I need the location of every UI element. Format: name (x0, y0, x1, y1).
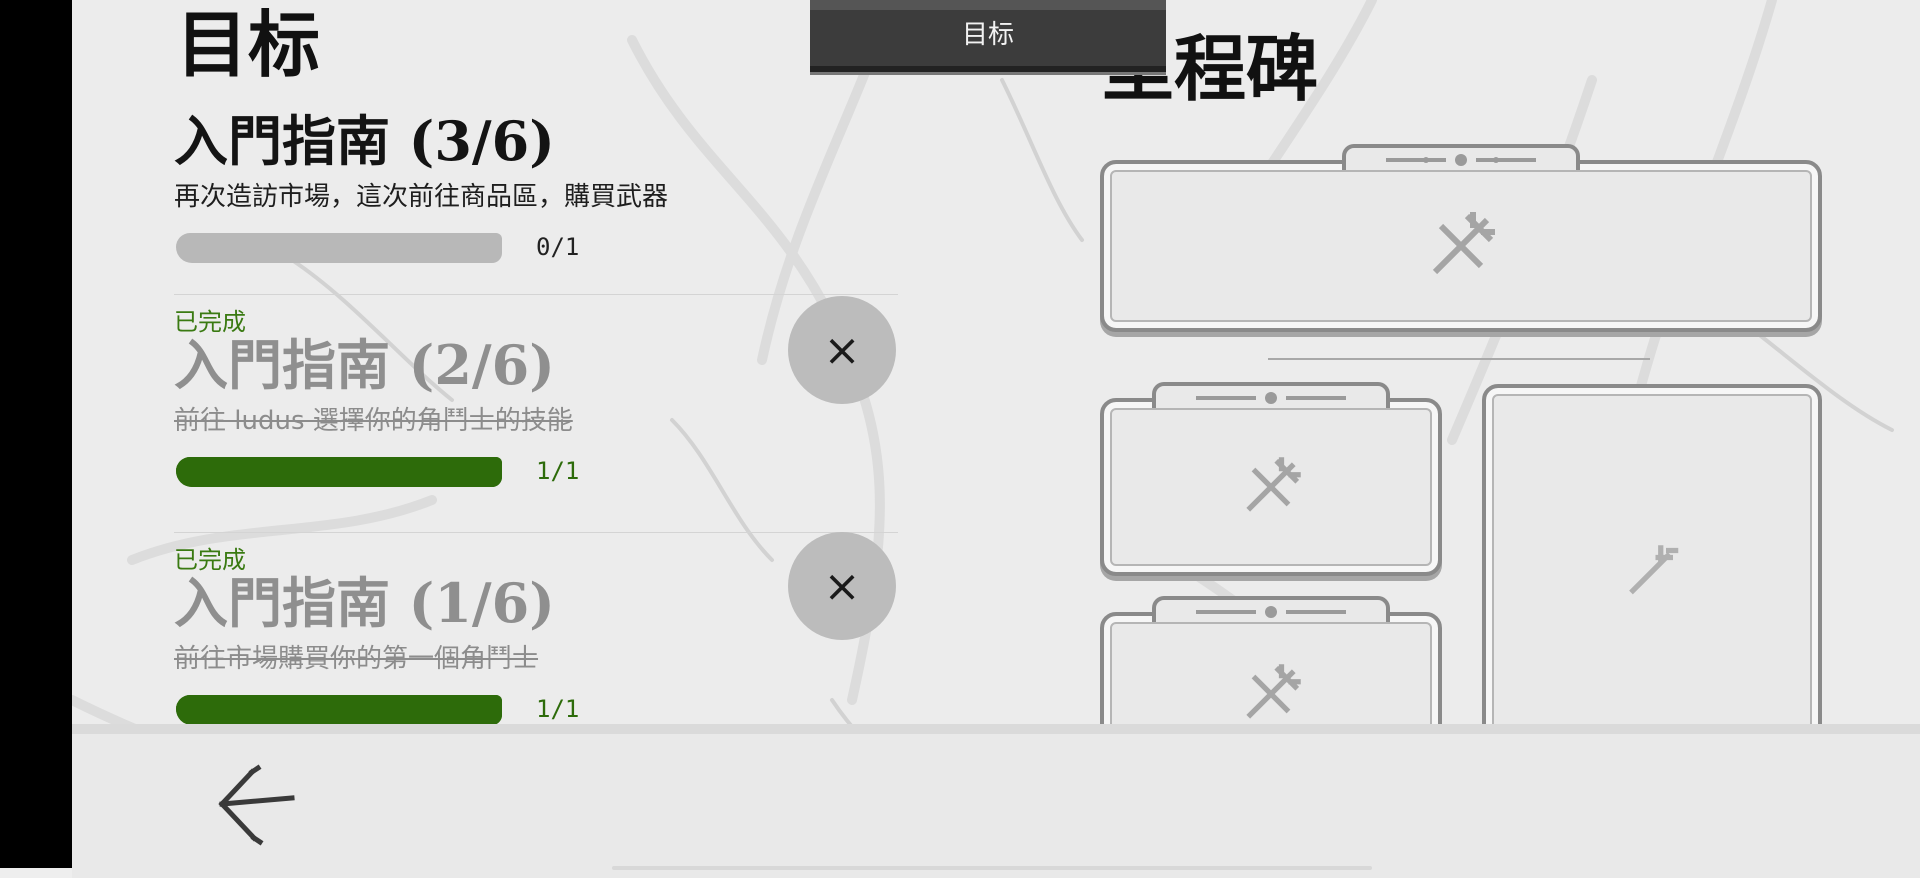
progress-count: 0/1 (536, 233, 580, 261)
tab-objectives[interactable]: 目标 (810, 0, 1166, 72)
milestone-card[interactable] (1100, 144, 1822, 332)
crossed-swords-trident-icon (1432, 212, 1495, 275)
tab-objectives-label: 目标 (961, 20, 1014, 50)
card-crest (1152, 382, 1390, 408)
card-crest (1342, 144, 1580, 170)
milestone-divider (1268, 358, 1650, 360)
quest-progress: 0/1 (174, 229, 904, 269)
crossed-swords-trident-icon (1246, 457, 1301, 512)
quest-description: 前往 ludus 選擇你的角鬥士的技能 (174, 406, 573, 436)
dismiss-quest-button[interactable]: × (788, 296, 896, 404)
progress-bar (176, 457, 502, 487)
left-screen-edge (0, 0, 72, 868)
progress-count: 1/1 (536, 457, 580, 485)
close-icon: × (823, 324, 861, 376)
quest-title: 入門指南 (3/6) (174, 109, 555, 173)
milestone-card[interactable] (1482, 384, 1822, 752)
close-icon: × (823, 560, 861, 612)
card-crest (1152, 596, 1390, 622)
tab-band (810, 0, 1166, 10)
quest-description: 前往市場購買你的第一個角鬥士 (174, 644, 539, 674)
quest-description: 再次造訪市場，這次前往商品區，購買武器 (174, 182, 669, 212)
home-indicator (612, 866, 1372, 870)
quest-divider (174, 532, 898, 533)
dismiss-quest-button[interactable]: × (788, 532, 896, 640)
progress-fill (176, 695, 502, 725)
quest-divider (174, 294, 898, 295)
crossed-swords-trident-icon (1246, 664, 1301, 719)
progress-count: 1/1 (536, 695, 580, 723)
milestone-card[interactable] (1100, 382, 1442, 576)
quest-progress: 1/1 (174, 453, 904, 493)
quest-item: 入門指南 (3/6) 再次造訪市場，這次前往商品區，購買武器 0/1 (174, 108, 904, 269)
progress-fill (176, 457, 502, 487)
objectives-heading: 目标 (176, 3, 321, 87)
bottom-bar (72, 724, 1920, 878)
progress-bar (176, 233, 502, 263)
trident-icon (1629, 545, 1679, 595)
back-button[interactable] (212, 754, 312, 854)
progress-bar (176, 695, 502, 725)
back-arrow-icon (218, 764, 295, 846)
